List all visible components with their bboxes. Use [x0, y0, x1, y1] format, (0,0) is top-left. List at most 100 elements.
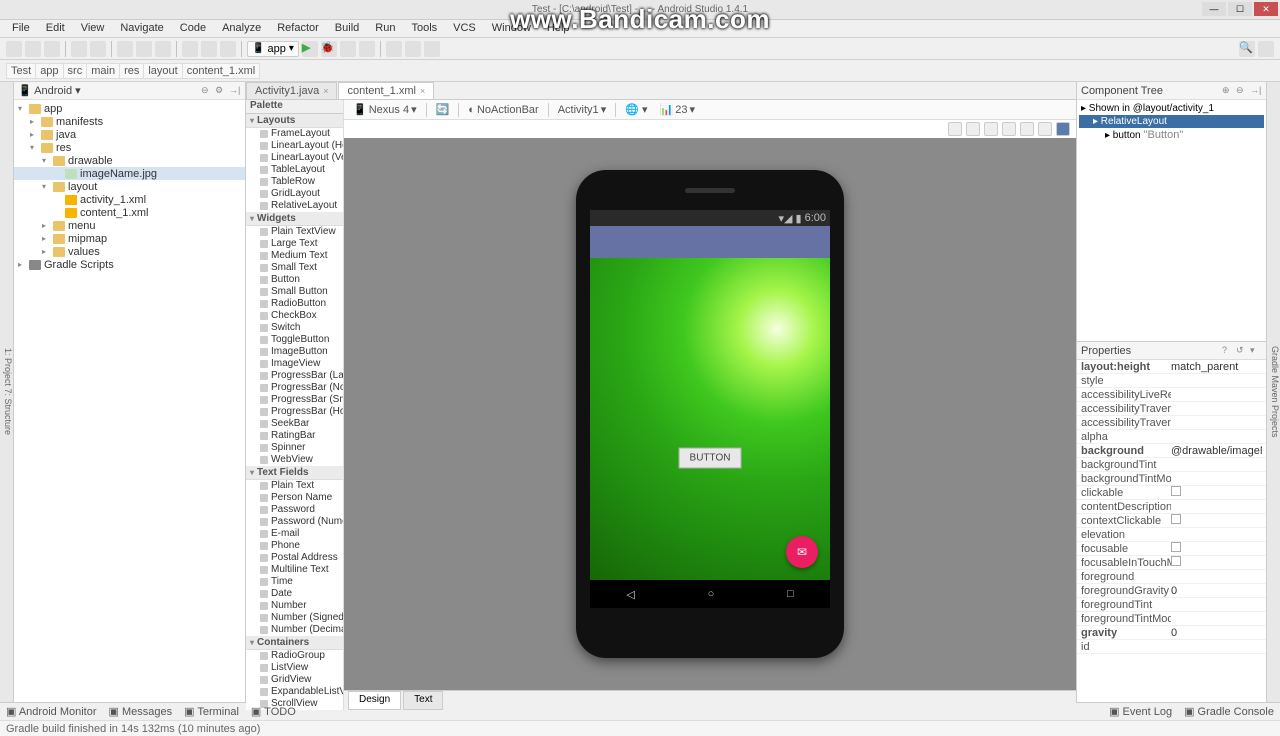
ct-expand-icon[interactable]: ⊕	[1222, 85, 1234, 97]
palette-item[interactable]: Plain TextView	[246, 226, 343, 238]
palette-item[interactable]: Small Button	[246, 286, 343, 298]
design-canvas[interactable]: ▾◢ ▮ 6:00 BUTTON ✉ ◁ ○	[344, 138, 1076, 690]
palette-item[interactable]: ExpandableListView	[246, 686, 343, 698]
footer-tab[interactable]: ▣ Messages	[109, 705, 173, 718]
copy-icon[interactable]	[136, 41, 152, 57]
menu-view[interactable]: View	[73, 20, 113, 37]
close-icon[interactable]: ×	[323, 86, 328, 96]
avd-icon[interactable]	[386, 41, 402, 57]
cut-icon[interactable]	[117, 41, 133, 57]
tree-item[interactable]: ▸menu	[14, 219, 245, 232]
footer-tab[interactable]: ▣ Android Monitor	[6, 705, 97, 718]
window-minimize[interactable]: —	[1202, 2, 1226, 16]
zoom-fit-icon[interactable]	[1020, 122, 1034, 136]
palette-item[interactable]: ProgressBar (Horizontal)	[246, 406, 343, 418]
palette-item[interactable]: FrameLayout	[246, 128, 343, 140]
sdk-icon[interactable]	[405, 41, 421, 57]
attach-icon[interactable]	[340, 41, 356, 57]
property-row[interactable]: foreground	[1077, 570, 1266, 584]
run-icon[interactable]: ▶	[302, 41, 318, 57]
left-gutter[interactable]: 1: Project 7: Structure	[0, 82, 14, 702]
project-tree[interactable]: ▾app▸manifests▸java▾res▾drawableimageNam…	[14, 100, 245, 702]
locale-icon[interactable]: 🌐 ▾	[622, 102, 650, 117]
property-row[interactable]: foregroundTint	[1077, 598, 1266, 612]
palette-item[interactable]: Person Name	[246, 492, 343, 504]
palette-item[interactable]: GridLayout	[246, 188, 343, 200]
breadcrumb-item[interactable]: src	[63, 63, 87, 79]
property-row[interactable]: id	[1077, 640, 1266, 654]
gear-icon[interactable]: ⚙	[215, 85, 227, 97]
tree-item[interactable]: content_1.xml	[14, 206, 245, 219]
tree-item[interactable]: ▾drawable	[14, 154, 245, 167]
palette-item[interactable]: RelativeLayout	[246, 200, 343, 212]
breadcrumb[interactable]: Testappsrcmainreslayoutcontent_1.xml	[6, 63, 260, 79]
stop-icon[interactable]	[359, 41, 375, 57]
prop-help-icon[interactable]: ?	[1222, 345, 1234, 357]
menu-navigate[interactable]: Navigate	[112, 20, 171, 37]
tree-item[interactable]: ▾layout	[14, 180, 245, 193]
tab-design[interactable]: Design	[348, 691, 401, 710]
palette-item[interactable]: E-mail	[246, 528, 343, 540]
palette-item[interactable]: ListView	[246, 662, 343, 674]
window-maximize[interactable]: ☐	[1228, 2, 1252, 16]
palette-item[interactable]: ImageButton	[246, 346, 343, 358]
breadcrumb-item[interactable]: layout	[143, 63, 181, 79]
palette-item[interactable]: Switch	[246, 322, 343, 334]
footer-tab[interactable]: ▣ Gradle Console	[1184, 705, 1274, 718]
find-icon[interactable]	[182, 41, 198, 57]
sync-icon[interactable]	[44, 41, 60, 57]
search-everywhere-icon[interactable]: 🔍	[1239, 41, 1255, 57]
palette-item[interactable]: TableRow	[246, 176, 343, 188]
property-row[interactable]: backgroundTint	[1077, 458, 1266, 472]
breadcrumb-item[interactable]: main	[86, 63, 119, 79]
tree-item[interactable]: ▸Gradle Scripts	[14, 258, 245, 271]
palette-item[interactable]: SeekBar	[246, 418, 343, 430]
property-row[interactable]: foregroundTintMode	[1077, 612, 1266, 626]
undo-icon[interactable]	[71, 41, 87, 57]
collapse-icon[interactable]: ⊖	[201, 85, 213, 97]
component-tree-item[interactable]: ▸ Shown in @layout/activity_1	[1079, 102, 1264, 115]
editor-tab[interactable]: content_1.xml×	[338, 82, 434, 99]
menu-run[interactable]: Run	[367, 20, 403, 37]
palette-item[interactable]: Large Text	[246, 238, 343, 250]
zoom-actual-icon[interactable]	[984, 122, 998, 136]
palette-item[interactable]: Multiline Text	[246, 564, 343, 576]
palette-item[interactable]: Date	[246, 588, 343, 600]
property-row[interactable]: focusableInTouchMode	[1077, 556, 1266, 570]
palette-item[interactable]: WebView	[246, 454, 343, 466]
palette-item[interactable]: Spinner	[246, 442, 343, 454]
right-gutter[interactable]: Gradle Maven Projects	[1266, 82, 1280, 702]
property-row[interactable]: accessibilityTraversalAfter	[1077, 402, 1266, 416]
prop-reset-icon[interactable]: ↺	[1236, 345, 1248, 357]
save-icon[interactable]	[25, 41, 41, 57]
breadcrumb-item[interactable]: app	[35, 63, 62, 79]
zoom-out-icon[interactable]	[966, 122, 980, 136]
theme-select[interactable]: ◐ NoActionBar	[465, 103, 541, 117]
preview-content[interactable]: BUTTON ✉	[590, 258, 830, 580]
palette-item[interactable]: ProgressBar (Small)	[246, 394, 343, 406]
palette-item[interactable]: Number (Decimal)	[246, 624, 343, 636]
component-tree-item[interactable]: ▸ RelativeLayout	[1079, 115, 1264, 128]
api-select[interactable]: 📊 23 ▾	[657, 102, 698, 117]
menu-build[interactable]: Build	[327, 20, 367, 37]
property-row[interactable]: accessibilityTraversalBefore	[1077, 416, 1266, 430]
property-row[interactable]: clickable	[1077, 486, 1266, 500]
palette-item[interactable]: Password	[246, 504, 343, 516]
paste-icon[interactable]	[155, 41, 171, 57]
property-row[interactable]: background@drawable/imageName	[1077, 444, 1266, 458]
palette-item[interactable]: ProgressBar (Large)	[246, 370, 343, 382]
menu-help[interactable]: Help	[539, 20, 578, 37]
component-tree[interactable]: ▸ Shown in @layout/activity_1▸ RelativeL…	[1077, 100, 1266, 144]
palette-item[interactable]: Plain Text	[246, 480, 343, 492]
palette-item[interactable]: Number (Signed)	[246, 612, 343, 624]
palette-item[interactable]: ImageView	[246, 358, 343, 370]
project-view-select[interactable]: 📱 Android ▾	[18, 84, 81, 97]
property-row[interactable]: accessibilityLiveRegion	[1077, 388, 1266, 402]
property-row[interactable]: elevation	[1077, 528, 1266, 542]
refresh-icon[interactable]	[1038, 122, 1052, 136]
debug-icon[interactable]: 🐞	[321, 41, 337, 57]
palette-item[interactable]: Time	[246, 576, 343, 588]
palette-section[interactable]: ▾Widgets	[246, 212, 343, 226]
forward-icon[interactable]	[220, 41, 236, 57]
breadcrumb-item[interactable]: res	[119, 63, 143, 79]
